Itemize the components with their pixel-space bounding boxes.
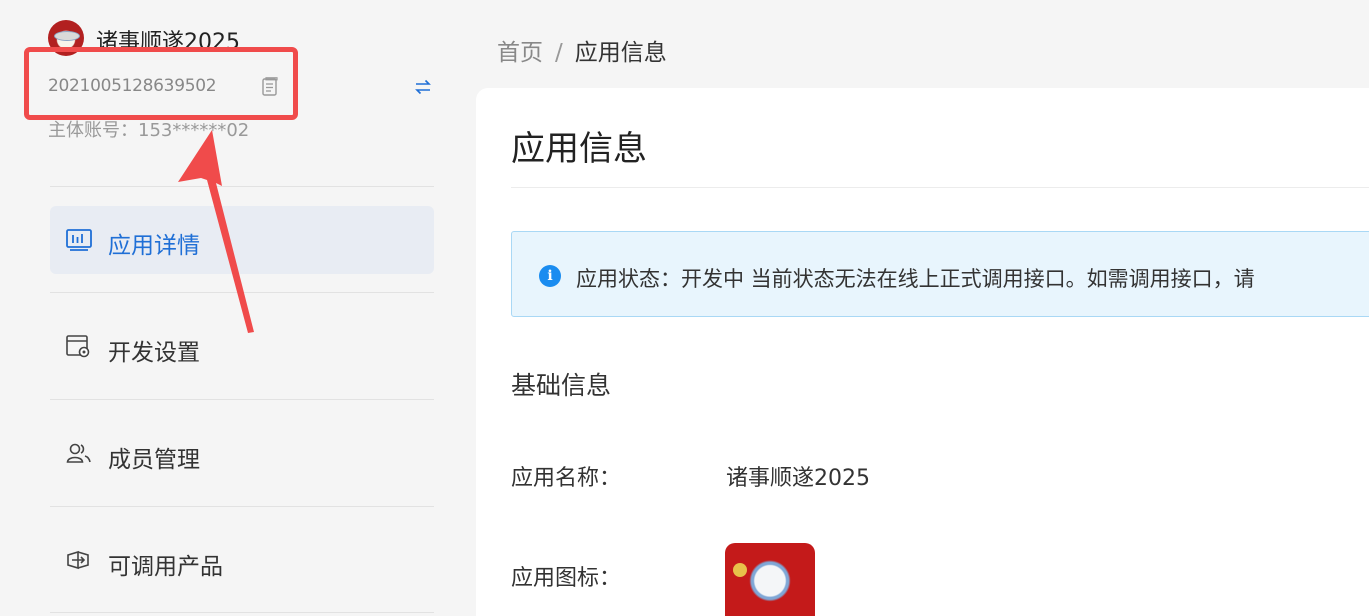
field-value-app-name: 诸事顺遂2025 <box>726 466 870 491</box>
sidebar-item-label: 开发设置 <box>108 340 200 366</box>
breadcrumb-current: 应用信息 <box>574 40 667 66</box>
switch-icon[interactable] <box>414 78 432 96</box>
status-alert: i 应用状态：开发中 当前状态无法在线上正式调用接口。如需调用接口，请 <box>511 231 1369 317</box>
field-label-app-name: 应用名称： <box>511 466 622 491</box>
content-card: 应用信息 i 应用状态：开发中 当前状态无法在线上正式调用接口。如需调用接口，请… <box>476 88 1369 616</box>
divider <box>50 612 434 613</box>
settings-window-icon <box>66 335 90 358</box>
breadcrumb-home-link[interactable]: 首页 <box>497 40 543 66</box>
sidebar-item-label: 可调用产品 <box>108 554 223 580</box>
divider <box>50 506 434 507</box>
highlight-box <box>24 47 298 120</box>
sidebar-item-members[interactable]: 成员管理 <box>50 420 434 488</box>
divider <box>511 187 1369 188</box>
sidebar-item-products[interactable]: 可调用产品 <box>50 527 434 595</box>
sidebar-item-label: 成员管理 <box>108 447 200 473</box>
annotation-arrow <box>178 130 254 333</box>
page-title: 应用信息 <box>511 129 647 169</box>
breadcrumb: 首页 / 应用信息 <box>497 33 667 67</box>
members-icon <box>66 443 91 463</box>
field-label-app-icon: 应用图标： <box>511 566 622 591</box>
alert-text: 应用状态：开发中 当前状态无法在线上正式调用接口。如需调用接口，请 <box>576 267 1255 291</box>
breadcrumb-separator: / <box>555 40 563 66</box>
divider <box>50 399 434 400</box>
chart-icon <box>66 229 92 251</box>
products-icon <box>67 550 89 570</box>
info-icon: i <box>539 265 561 287</box>
app-icon-image <box>725 543 815 616</box>
section-title: 基础信息 <box>511 371 612 400</box>
